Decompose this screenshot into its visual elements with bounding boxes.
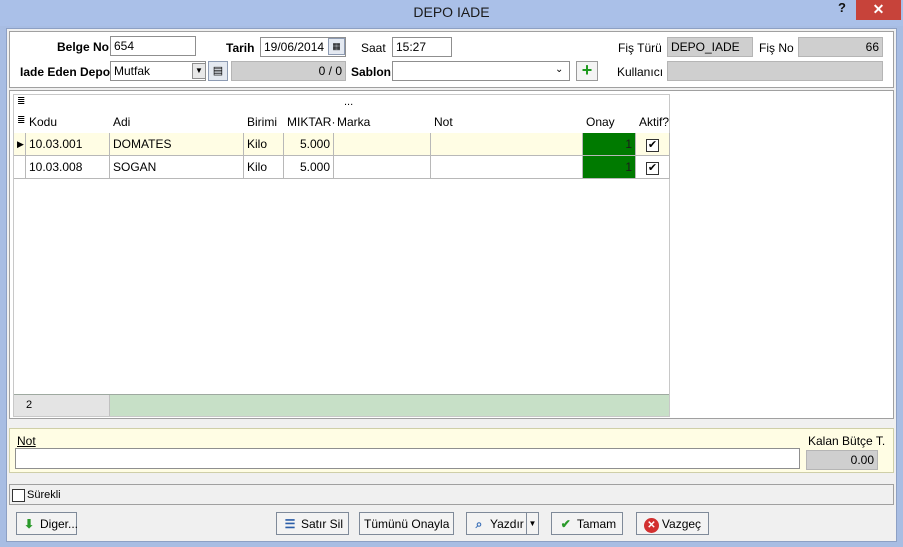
record-count: 2 bbox=[14, 395, 110, 416]
calendar-icon[interactable]: ▦ bbox=[328, 38, 345, 55]
kalan-butce-label: Kalan Bütçe T. bbox=[808, 434, 886, 448]
surekli-checkbox[interactable] bbox=[12, 489, 25, 502]
satir-sil-button[interactable]: ☰ Satır Sil bbox=[276, 512, 349, 535]
help-button[interactable]: ? bbox=[832, 0, 852, 15]
tamam-button[interactable]: ✔ Tamam bbox=[551, 512, 623, 535]
items-grid: ≣ ... ≣ Kodu Adi Birimi MIKTAR· Marka No… bbox=[13, 94, 670, 417]
cell-adi[interactable]: DOMATES bbox=[110, 133, 244, 156]
chevron-down-icon[interactable]: ⌄ bbox=[555, 64, 563, 75]
yazdir-button[interactable]: ⌕ Yazdır bbox=[466, 512, 527, 535]
surekli-label: Sürekli bbox=[27, 489, 61, 501]
belge-no-field[interactable]: 654 bbox=[110, 36, 196, 56]
print-preview-icon: ⌕ bbox=[475, 517, 483, 531]
note-label: Not bbox=[17, 434, 36, 448]
close-button[interactable]: ✕ bbox=[856, 0, 901, 20]
chevron-down-icon: ▼ bbox=[528, 519, 537, 528]
column-header-adi[interactable]: Adi bbox=[110, 113, 244, 132]
tarih-label: Tarih bbox=[226, 41, 255, 55]
add-sablon-button[interactable]: + bbox=[576, 61, 598, 81]
note-field[interactable] bbox=[15, 448, 800, 469]
depo-counter: 0 / 0 bbox=[231, 61, 346, 81]
column-header-kodu[interactable]: Kodu bbox=[26, 113, 110, 132]
footer-summary bbox=[110, 395, 669, 416]
cell-aktif[interactable]: ✔ bbox=[636, 156, 670, 179]
fis-no-label: Fiş No bbox=[759, 41, 794, 55]
table-row[interactable]: ▶ 10.03.001 DOMATES Kilo 5.000 1 ✔ bbox=[14, 133, 670, 156]
group-panel-text: ... bbox=[344, 96, 354, 108]
aktif-checkbox[interactable]: ✔ bbox=[646, 162, 659, 175]
column-header-aktif[interactable]: Aktif? bbox=[636, 113, 670, 132]
saat-field[interactable]: 15:27 bbox=[392, 37, 452, 57]
chevron-down-icon[interactable]: ▼ bbox=[192, 63, 206, 79]
kullanici-field bbox=[667, 61, 883, 81]
fis-no-field: 66 bbox=[798, 37, 883, 57]
grid-footer: 2 bbox=[14, 394, 669, 416]
iade-eden-depo-label: Iade Eden Depo bbox=[20, 65, 111, 79]
column-chooser-icon[interactable]: ≣ bbox=[17, 96, 25, 107]
cell-miktar[interactable]: 5.000 bbox=[284, 133, 334, 156]
check-icon: ✔ bbox=[560, 517, 571, 531]
cell-adi[interactable]: SOGAN bbox=[110, 156, 244, 179]
cell-marka[interactable] bbox=[334, 133, 431, 156]
cancel-icon: ✕ bbox=[643, 518, 659, 533]
search-list-icon[interactable]: ▤ bbox=[208, 61, 228, 81]
kalan-butce-field: 0.00 bbox=[806, 450, 878, 470]
cell-not[interactable] bbox=[431, 156, 583, 179]
column-header-not[interactable]: Not bbox=[431, 113, 583, 132]
sablon-select[interactable] bbox=[392, 61, 570, 81]
cell-not[interactable] bbox=[431, 133, 583, 156]
row-selector[interactable]: ▶ bbox=[14, 133, 26, 156]
sablon-label: Sablon bbox=[351, 65, 392, 79]
cell-birimi[interactable]: Kilo bbox=[244, 133, 284, 156]
window-title: DEPO IADE bbox=[413, 4, 490, 20]
kullanici-label: Kullanıcı bbox=[617, 65, 664, 79]
arrow-down-icon: ⬇ bbox=[23, 517, 35, 531]
cell-kodu[interactable]: 10.03.008 bbox=[26, 156, 110, 179]
saat-label: Saat bbox=[361, 41, 386, 55]
column-header-marka[interactable]: Marka bbox=[334, 113, 431, 132]
belge-no-label: Belge No bbox=[57, 40, 110, 54]
cell-marka[interactable] bbox=[334, 156, 431, 179]
diger-button[interactable]: ⬇ Diger... bbox=[16, 512, 78, 535]
tumunu-onayla-button[interactable]: Tümünü Onayla bbox=[359, 512, 454, 535]
title-bar: DEPO IADE ? ✕ bbox=[0, 0, 903, 26]
column-header-birimi[interactable]: Birimi bbox=[244, 113, 284, 132]
fis-turu-label: Fiş Türü bbox=[618, 41, 662, 55]
aktif-checkbox[interactable]: ✔ bbox=[646, 139, 659, 152]
options-bar bbox=[9, 484, 894, 505]
row-selector[interactable] bbox=[14, 156, 26, 179]
fis-turu-field: DEPO_IADE bbox=[667, 37, 753, 57]
cell-onay[interactable]: 1 bbox=[583, 156, 636, 179]
cell-kodu[interactable]: 10.03.001 bbox=[26, 133, 110, 156]
group-panel[interactable]: ≣ ... bbox=[14, 95, 669, 111]
delete-row-icon: ☰ bbox=[284, 517, 296, 531]
column-header-onay[interactable]: Onay bbox=[583, 113, 638, 132]
cell-aktif[interactable]: ✔ bbox=[636, 133, 670, 156]
cell-birimi[interactable]: Kilo bbox=[244, 156, 284, 179]
table-row[interactable]: 10.03.008 SOGAN Kilo 5.000 1 ✔ bbox=[14, 156, 670, 179]
column-header-miktar[interactable]: MIKTAR· bbox=[284, 113, 335, 132]
vazgec-button[interactable]: ✕ Vazgeç bbox=[636, 512, 709, 535]
yazdir-dropdown-button[interactable]: ▼ bbox=[526, 512, 539, 535]
cell-onay[interactable]: 1 bbox=[583, 133, 636, 156]
cell-miktar[interactable]: 5.000 bbox=[284, 156, 334, 179]
